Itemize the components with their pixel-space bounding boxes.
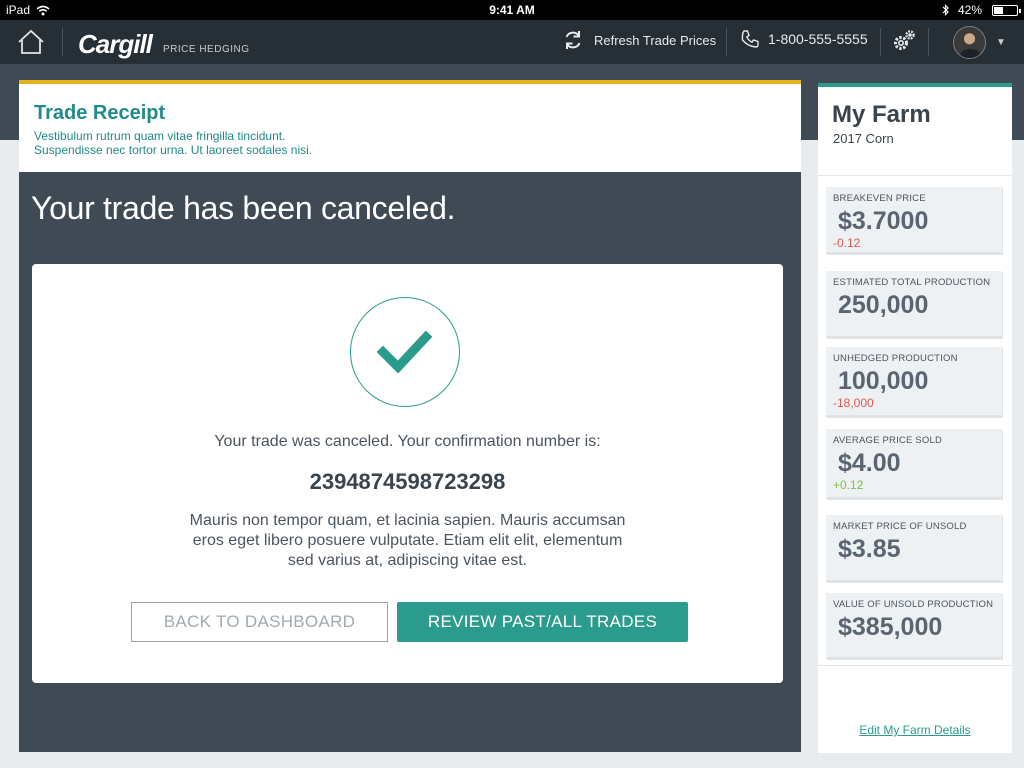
stat-value: $3.7000: [838, 207, 929, 235]
stat-change: -0.12: [833, 236, 861, 250]
stat-label: ESTIMATED TOTAL PRODUCTION: [833, 277, 991, 288]
divider: [928, 28, 929, 56]
farm-title: My Farm: [832, 101, 931, 128]
main-panel: Trade Receipt Vestibulum rutrum quam vit…: [19, 80, 801, 752]
cargill-logo: Cargill: [78, 29, 153, 59]
success-circle: [350, 297, 460, 407]
stat-label: BREAKEVEN PRICE: [833, 193, 926, 204]
phone-number: 1-800-555-5555: [768, 31, 868, 47]
page-title: Trade Receipt: [34, 102, 166, 124]
stat-estimated-total-production: ESTIMATED TOTAL PRODUCTION 250,000: [826, 271, 1002, 338]
receipt-subtitle-line2: Suspendisse nec tortor urna. Ut laoreet …: [34, 143, 313, 157]
stat-change: -18,000: [833, 396, 874, 410]
home-icon[interactable]: [16, 28, 46, 56]
confirmation-card: Your trade was canceled. Your confirmati…: [32, 264, 783, 683]
battery-icon: [992, 5, 1021, 16]
divider: [880, 28, 881, 56]
divider: [818, 175, 1012, 176]
cancel-message: Your trade was canceled. Your confirmati…: [214, 433, 601, 450]
stat-label: VALUE OF UNSOLD PRODUCTION: [833, 599, 994, 610]
cancel-headline: Your trade has been canceled.: [31, 190, 456, 226]
stat-label: AVERAGE PRICE SOLD: [833, 435, 943, 446]
stat-value: 250,000: [838, 291, 929, 319]
stat-change: +0.12: [833, 478, 864, 492]
stat-value: $385,000: [838, 613, 943, 641]
divider: [726, 28, 727, 56]
stat-unhedged-production: UNHEDGED PRODUCTION 100,000 -18,000: [826, 347, 1002, 417]
stat-value-unsold-production: VALUE OF UNSOLD PRODUCTION $385,000: [826, 593, 1002, 659]
phone-link[interactable]: 1-800-555-5555: [740, 29, 868, 49]
stat-market-price-unsold: MARKET PRICE OF UNSOLD $3.85: [826, 515, 1002, 582]
status-bar: iPad 9:41 AM 42%: [0, 0, 1024, 20]
description-text: Mauris non tempor quam, et lacinia sapie…: [189, 512, 626, 569]
user-avatar[interactable]: [953, 26, 986, 59]
confirmation-number: 2394874598723298: [309, 469, 506, 494]
stat-value: 100,000: [838, 367, 929, 395]
phone-icon: [741, 30, 759, 48]
receipt-header: Trade Receipt Vestibulum rutrum quam vit…: [19, 84, 801, 172]
refresh-label: Refresh Trade Prices: [594, 32, 717, 48]
my-farm-panel: My Farm 2017 Corn BREAKEVEN PRICE $3.700…: [818, 83, 1012, 753]
logo-subtitle: PRICE HEDGING: [163, 44, 250, 55]
stat-label: UNHEDGED PRODUCTION: [833, 353, 958, 364]
back-to-dashboard-button[interactable]: BACK TO DASHBOARD: [131, 602, 388, 642]
battery-fill: [994, 7, 1004, 14]
stat-label: MARKET PRICE OF UNSOLD: [833, 521, 967, 532]
farm-subtitle: 2017 Corn: [833, 131, 894, 146]
checkmark-icon: [376, 330, 433, 374]
battery-percent: 42%: [957, 3, 982, 17]
bluetooth-icon: [942, 4, 949, 16]
edit-farm-details-link[interactable]: Edit My Farm Details: [818, 723, 1012, 737]
stat-average-price-sold: AVERAGE PRICE SOLD $4.00 +0.12: [826, 429, 1002, 499]
stat-breakeven-price: BREAKEVEN PRICE $3.7000 -0.12: [826, 187, 1002, 254]
divider: [818, 665, 1012, 666]
clock: 9:41 AM: [489, 3, 535, 17]
stat-value: $3.85: [838, 535, 901, 563]
refresh-icon: [565, 31, 581, 49]
chevron-down-icon[interactable]: ▼: [996, 37, 1006, 48]
receipt-subtitle-line1: Vestibulum rutrum quam vitae fringilla t…: [34, 129, 286, 143]
review-trades-button[interactable]: REVIEW PAST/ALL TRADES: [397, 602, 688, 642]
top-nav: Cargill PRICE HEDGING Refresh Trade Pric…: [0, 20, 1024, 64]
divider: [62, 28, 63, 56]
refresh-prices-button[interactable]: Refresh Trade Prices: [562, 29, 716, 51]
stat-value: $4.00: [838, 449, 901, 477]
settings-gear-icon[interactable]: [892, 29, 916, 53]
